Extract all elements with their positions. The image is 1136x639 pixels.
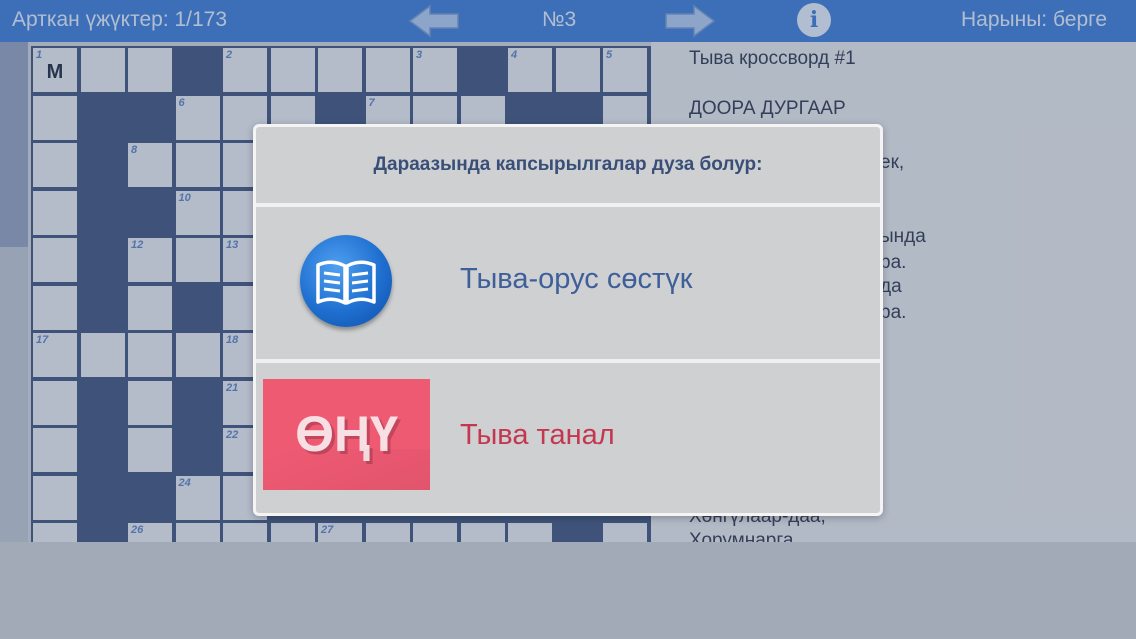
keyboard-option[interactable]: ӨҢҮ Тыва танал — [256, 363, 880, 515]
dictionary-label: Тыва-орус сөстүк — [460, 263, 693, 295]
dialog-title: Дараазында капсырылгалар дуза болур: — [373, 154, 763, 175]
tanal-logo: ӨҢҮ — [263, 379, 430, 490]
dictionary-option[interactable]: Тыва-орус сөстүк — [256, 207, 880, 359]
help-dialog: Дараазында капсырылгалар дуза болур: Тыв… — [253, 124, 883, 516]
book-icon — [300, 235, 392, 327]
keyboard-label: Тыва танал — [460, 419, 615, 451]
